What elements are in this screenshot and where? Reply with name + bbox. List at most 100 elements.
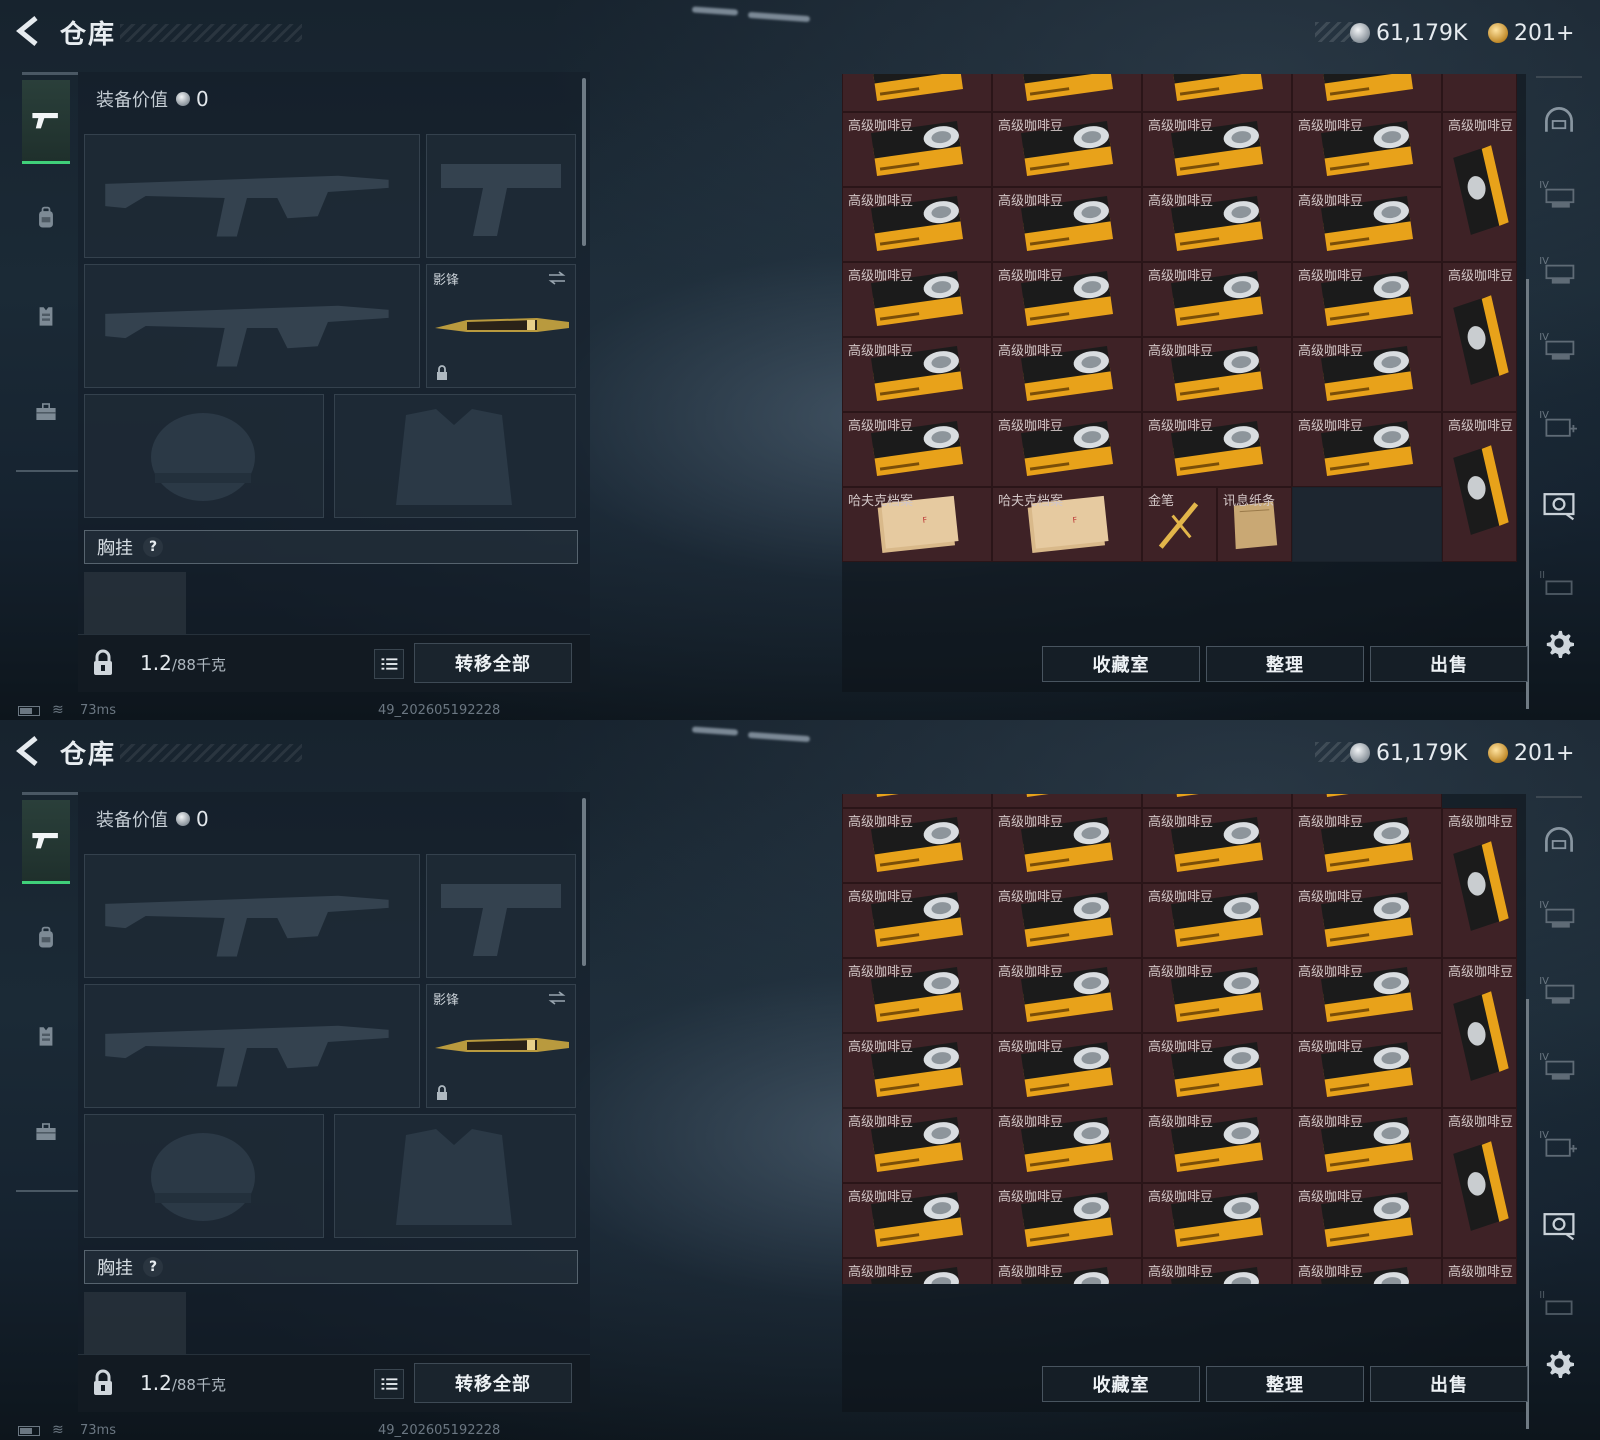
sidebar-item-toolbox[interactable] xyxy=(22,1092,70,1176)
storage-item-coffee[interactable]: 高级咖啡豆 xyxy=(842,1108,992,1183)
storage-item-coffee[interactable]: 高级咖啡豆 xyxy=(992,1033,1142,1108)
collection-room-button[interactable]: 收藏室 xyxy=(1042,646,1200,682)
sidebar-item-backpack[interactable] xyxy=(22,898,70,982)
storage-item-coffee[interactable]: 高级咖啡豆 xyxy=(1292,262,1442,337)
chest-rig-slot[interactable] xyxy=(84,1292,186,1354)
helmet-slot[interactable] xyxy=(84,1114,324,1238)
storage-item-coffee-tall[interactable]: 高级咖啡豆 xyxy=(1442,1108,1517,1258)
storage-item-coffee[interactable]: 高级咖啡豆 xyxy=(1142,412,1292,487)
armor-rack-button[interactable]: IV xyxy=(1536,894,1582,940)
sidebar-item-weapon[interactable] xyxy=(22,80,70,164)
sort-button[interactable]: 整理 xyxy=(1206,646,1364,682)
collection-room-button[interactable]: 收藏室 xyxy=(1042,1366,1200,1402)
sidearm-slot[interactable] xyxy=(426,134,576,258)
storage-item-coffee[interactable] xyxy=(1142,74,1292,112)
storage-item-coffee[interactable]: 高级咖啡豆 xyxy=(992,262,1142,337)
storage-item-coffee[interactable]: 高级咖啡豆 xyxy=(992,808,1142,883)
settings-gear-button[interactable] xyxy=(1536,622,1582,668)
armor-slot[interactable] xyxy=(334,394,576,518)
storage-item-coffee[interactable] xyxy=(1292,794,1442,808)
storage-item-coffee[interactable]: 高级咖啡豆 xyxy=(1142,1258,1292,1284)
swap-icon[interactable] xyxy=(547,991,567,1005)
storage-item-coffee[interactable] xyxy=(842,74,992,112)
sidebar-item-toolbox[interactable] xyxy=(22,372,70,456)
help-icon[interactable]: ? xyxy=(143,1257,163,1277)
medical-rack-button[interactable]: IV xyxy=(1536,1124,1582,1170)
storage-item-coffee[interactable]: 高级咖啡豆 xyxy=(1292,883,1442,958)
storage-item-coffee[interactable]: 高级咖啡豆 xyxy=(1292,958,1442,1033)
storage-item-coffee[interactable]: 高级咖啡豆 xyxy=(1292,1258,1442,1284)
storage-item-coffee[interactable]: 高级咖啡豆 xyxy=(992,1108,1142,1183)
storage-item-coffee-tall[interactable]: 高级咖啡豆 xyxy=(1442,412,1517,562)
storage-item-coffee[interactable]: 高级咖啡豆 xyxy=(842,958,992,1033)
storage-item-coffee[interactable]: 高级咖啡豆 xyxy=(842,883,992,958)
storage-item-coffee[interactable]: 高级咖啡豆 xyxy=(1142,337,1292,412)
storage-item-coffee[interactable] xyxy=(992,794,1142,808)
storage-item-coffee[interactable]: 高级咖啡豆 xyxy=(1142,262,1292,337)
sidebar-item-chest-rig[interactable] xyxy=(22,996,70,1080)
storage-item-coffee-tall[interactable]: 高级咖啡豆 xyxy=(1442,808,1517,958)
storage-item-coffee[interactable]: 高级咖啡豆 xyxy=(992,337,1142,412)
storage-item-coffee[interactable]: 高级咖啡豆 xyxy=(842,1183,992,1258)
storage-item-coffee[interactable]: 高级咖啡豆 xyxy=(842,112,992,187)
storage-item-coffee-tall[interactable]: 高级咖啡豆 xyxy=(1442,112,1517,262)
storage-item-coffee[interactable]: 高级咖啡豆 xyxy=(1142,1108,1292,1183)
storage-item-coffee[interactable]: 高级咖啡豆 xyxy=(1142,187,1292,262)
storage-item-coffee[interactable]: 高级咖啡豆 xyxy=(1292,187,1442,262)
armor-slot[interactable] xyxy=(334,1114,576,1238)
storage-item-coffee-tall[interactable]: 高级咖啡豆 xyxy=(1442,958,1517,1108)
armor-rack-button[interactable]: IV xyxy=(1536,174,1582,220)
storage-item-coffee[interactable] xyxy=(992,74,1142,112)
storage-item-coffee-tall[interactable]: 高级咖啡豆 xyxy=(1442,1258,1517,1284)
storage-item-gold-pen[interactable]: 金笔 xyxy=(1142,487,1217,562)
list-view-button[interactable] xyxy=(374,1369,404,1399)
storage-item-coffee[interactable]: 高级咖啡豆 xyxy=(842,1258,992,1284)
helmet-slot[interactable] xyxy=(84,394,324,518)
loadout-scrollbar[interactable] xyxy=(582,798,586,966)
storage-item-coffee[interactable] xyxy=(842,794,992,808)
armor-rack-button[interactable]: IV xyxy=(1536,1046,1582,1092)
storage-item-coffee[interactable]: 高级咖啡豆 xyxy=(842,337,992,412)
armor-rack-button[interactable]: IV xyxy=(1536,326,1582,372)
primary-weapon-slot[interactable] xyxy=(84,854,420,978)
key-rack-button[interactable] xyxy=(1536,1204,1582,1250)
storage-item-coffee[interactable]: 高级咖啡豆 xyxy=(1292,1108,1442,1183)
storage-item-coffee[interactable]: 高级咖啡豆 xyxy=(1142,1183,1292,1258)
list-view-button[interactable] xyxy=(374,649,404,679)
empty-storage-cell[interactable] xyxy=(1292,487,1442,562)
sidearm-slot[interactable] xyxy=(426,854,576,978)
sidebar-item-weapon[interactable] xyxy=(22,800,70,884)
storage-item-coffee[interactable]: 高级咖啡豆 xyxy=(1142,112,1292,187)
storage-item-dossier[interactable]: F 哈夫克档案 xyxy=(992,487,1142,562)
transfer-all-button[interactable]: 转移全部 xyxy=(414,643,572,683)
secondary-weapon-slot[interactable] xyxy=(84,984,420,1108)
storage-rack-button[interactable]: II xyxy=(1536,564,1582,610)
help-icon[interactable]: ? xyxy=(143,537,163,557)
loadout-scrollbar[interactable] xyxy=(582,78,586,246)
secondary-weapon-slot[interactable] xyxy=(84,264,420,388)
medical-rack-button[interactable]: IV xyxy=(1536,404,1582,450)
storage-item-coffee[interactable]: 高级咖啡豆 xyxy=(842,412,992,487)
chest-rig-slot[interactable] xyxy=(84,572,186,634)
armor-rack-button[interactable]: IV xyxy=(1536,250,1582,296)
storage-item-coffee[interactable]: 高级咖啡豆 xyxy=(842,187,992,262)
storage-item-coffee[interactable]: 高级咖啡豆 xyxy=(1292,1033,1442,1108)
storage-item-coffee[interactable]: 高级咖啡豆 xyxy=(992,187,1142,262)
storage-item-coffee[interactable]: 高级咖啡豆 xyxy=(1142,1033,1292,1108)
transfer-all-button[interactable]: 转移全部 xyxy=(414,1363,572,1403)
helmet-rack-button[interactable] xyxy=(1536,100,1582,146)
storage-item-coffee[interactable]: 高级咖啡豆 xyxy=(992,112,1142,187)
storage-item-coffee[interactable]: 高级咖啡豆 xyxy=(842,262,992,337)
storage-item-coffee[interactable]: 高级咖啡豆 xyxy=(1292,412,1442,487)
armor-rack-button[interactable]: IV xyxy=(1536,970,1582,1016)
storage-rack-button[interactable]: II xyxy=(1536,1284,1582,1330)
storage-item-coffee[interactable]: 高级咖啡豆 xyxy=(1142,958,1292,1033)
storage-item-coffee[interactable]: 高级咖啡豆 xyxy=(992,1258,1142,1284)
storage-item-coffee[interactable]: 高级咖啡豆 xyxy=(992,883,1142,958)
sell-button[interactable]: 出售 xyxy=(1370,1366,1528,1402)
storage-item-coffee[interactable]: 高级咖啡豆 xyxy=(992,958,1142,1033)
melee-slot[interactable]: 影锋 xyxy=(426,264,576,388)
storage-item-dossier[interactable]: F 哈夫克档案 xyxy=(842,487,992,562)
storage-item-coffee[interactable]: 高级咖啡豆 xyxy=(992,412,1142,487)
storage-item-coffee[interactable]: 高级咖啡豆 xyxy=(1292,337,1442,412)
